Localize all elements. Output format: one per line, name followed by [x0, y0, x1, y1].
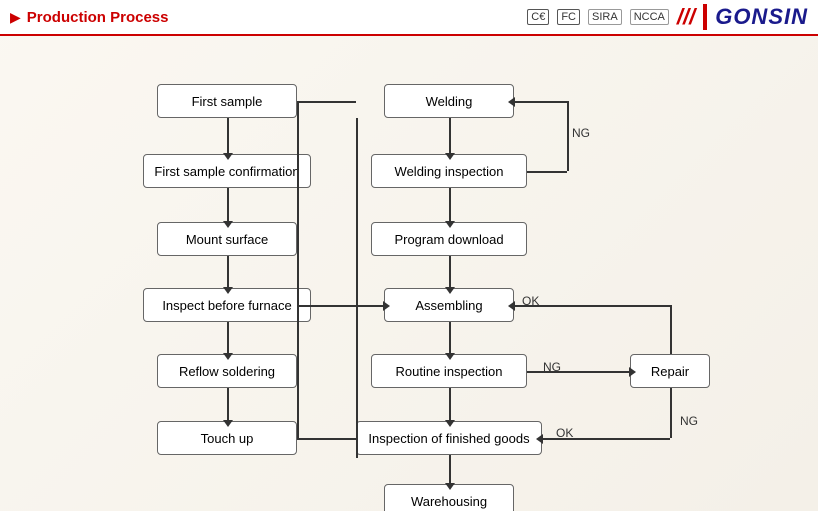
arrow-r4: [449, 322, 451, 354]
repair-up-line: [670, 305, 672, 354]
arrow-r1: [449, 118, 451, 154]
ncca-cert: NCCA: [630, 9, 669, 25]
welding-box: Welding: [384, 84, 514, 118]
arrow-r3: [449, 256, 451, 288]
repair-box: Repair: [630, 354, 710, 388]
main-content: First sample First sample confirmation M…: [0, 36, 818, 511]
fc-cert: FC: [557, 9, 580, 25]
arrow-3: [227, 256, 229, 288]
logo-slashes: ///: [677, 4, 695, 30]
page-title: Production Process: [27, 9, 169, 26]
header: ▶ Production Process C€ FC SIRA NCCA ///…: [0, 0, 818, 36]
first-sample-box: First sample: [157, 84, 297, 118]
header-left: ▶ Production Process: [10, 9, 168, 26]
repair-back-arrow: [514, 305, 670, 307]
ng-fin-v: [670, 388, 672, 438]
arrow-1: [227, 118, 229, 154]
ng-label-3: NG: [680, 414, 698, 428]
ng-line-h1: [527, 171, 567, 173]
arrow-5: [227, 388, 229, 421]
arrow-r2: [449, 188, 451, 222]
company-logo: GONSIN: [703, 4, 808, 30]
left-to-assembling: [297, 305, 384, 307]
production-diagram: First sample First sample confirmation M…: [0, 36, 818, 511]
ok-label-2: OK: [556, 426, 573, 440]
ng-line-v1: [567, 101, 569, 171]
line-left-h1: [297, 438, 356, 440]
arrow-4: [227, 322, 229, 354]
line-left-down: [356, 118, 358, 458]
arrow-r5: [449, 388, 451, 421]
play-icon: ▶: [10, 9, 21, 26]
ng-label-2: NG: [543, 360, 561, 374]
ce-cert: C€: [527, 9, 549, 25]
arrow-r6: [449, 455, 451, 484]
line-left-connector: [297, 101, 299, 438]
ng-arrow-welding: [514, 101, 567, 103]
ng-label-1: NG: [572, 126, 590, 140]
arrow-2: [227, 188, 229, 222]
sira-cert: SIRA: [588, 9, 622, 25]
line-fs-connector: [297, 101, 356, 103]
header-right: C€ FC SIRA NCCA /// GONSIN: [527, 4, 808, 30]
